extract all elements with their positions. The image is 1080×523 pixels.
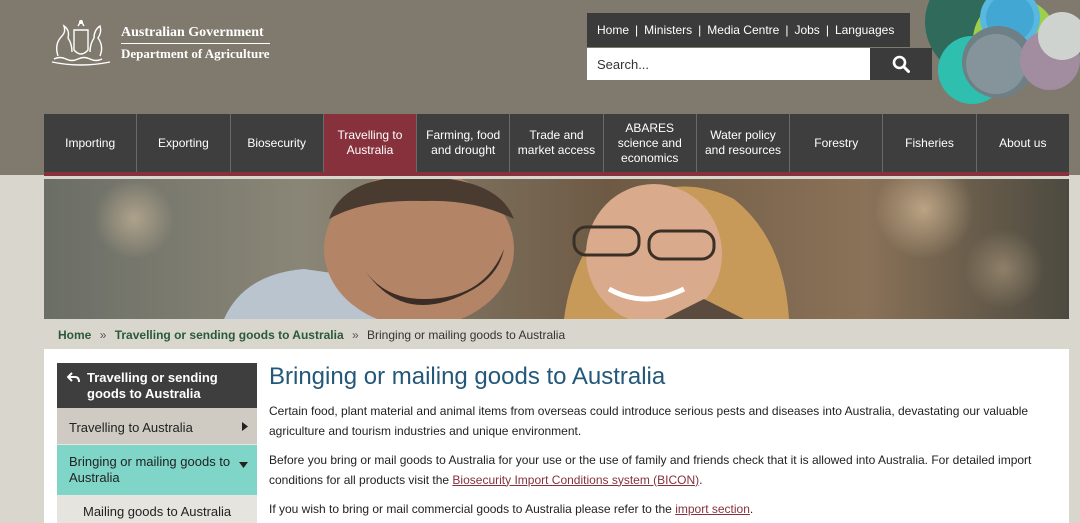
search-input[interactable] [587,48,870,80]
search-icon [892,55,910,73]
coat-of-arms-icon [51,19,111,66]
bicon-link[interactable]: Biosecurity Import Conditions system (BI… [452,473,699,487]
nav-item-biosecurity[interactable]: Biosecurity [231,114,324,172]
sidebar-subitem-mailing[interactable]: Mailing goods to Australia [57,496,257,523]
breadcrumb-parent-link[interactable]: Travelling or sending goods to Australia [115,328,344,342]
commercial-paragraph: If you wish to bring or mail commercial … [269,500,1059,520]
content-area: Travelling or sending goods to Australia… [44,349,1069,523]
sidebar-heading: Travelling or sending goods to Australia [87,370,218,401]
paragraph-text: . [749,502,754,516]
back-arrow-icon [67,372,80,383]
nav-item-farming[interactable]: Farming, food and drought [417,114,511,172]
utility-link-languages[interactable]: Languages [829,23,900,37]
nav-item-trade[interactable]: Trade and market access [510,114,604,172]
utility-link-media-centre[interactable]: Media Centre [701,23,785,37]
main-content: Bringing or mailing goods to Australia C… [269,363,1059,523]
nav-item-forestry[interactable]: Forestry [790,114,884,172]
import-section-link[interactable]: import section [675,502,750,516]
nav-item-travelling[interactable]: Travelling to Australia [323,114,418,172]
sidebar-nav: Travelling or sending goods to Australia… [57,363,257,523]
chevron-down-icon [239,462,248,468]
main-navigation: Importing Exporting Biosecurity Travelli… [44,114,1069,176]
nav-item-about-us[interactable]: About us [977,114,1069,172]
nav-item-water[interactable]: Water policy and resources [697,114,791,172]
hero-banner-image [44,179,1069,319]
breadcrumb-home-link[interactable]: Home [58,328,91,342]
breadcrumb: Home » Travelling or sending goods to Au… [58,328,565,342]
intro-paragraph: Certain food, plant material and animal … [269,404,1029,438]
chevron-right-icon [242,422,248,431]
breadcrumb-current: Bringing or mailing goods to Australia [367,328,566,342]
sidebar-heading-link[interactable]: Travelling or sending goods to Australia [57,363,257,408]
sidebar-item-travelling[interactable]: Travelling to Australia [57,408,257,445]
utility-link-home[interactable]: Home [591,23,635,37]
utility-link-ministers[interactable]: Ministers [638,23,698,37]
paragraph-text: If you wish to bring or mail commercial … [269,502,676,516]
logo-text: Australian Government Department of Agri… [121,24,270,63]
nav-item-exporting[interactable]: Exporting [137,114,231,172]
logo-department-text: Department of Agriculture [121,43,270,62]
breadcrumb-separator: » [99,328,107,342]
site-logo[interactable]: Australian Government Department of Agri… [44,14,274,72]
breadcrumb-separator: » [351,328,359,342]
search-bar [587,48,932,80]
page-title: Bringing or mailing goods to Australia [269,363,666,390]
decorative-circles-graphic [925,0,1080,104]
nav-item-importing[interactable]: Importing [44,114,138,172]
utility-nav: Home | Ministers | Media Centre | Jobs |… [587,13,911,47]
nav-item-abares[interactable]: ABARES science and economics [604,114,697,172]
sidebar-item-label: Bringing or mailing goods to Australia [69,454,231,485]
sidebar-item-bringing-mailing[interactable]: Bringing or mailing goods to Australia [57,445,257,496]
sidebar-item-label: Travelling to Australia [69,420,193,435]
utility-link-jobs[interactable]: Jobs [788,23,825,37]
logo-government-text: Australian Government [121,24,264,40]
bicon-paragraph: Before you bring or mail goods to Austra… [269,451,1059,490]
nav-item-fisheries[interactable]: Fisheries [883,114,977,172]
paragraph-text: . [699,472,703,487]
